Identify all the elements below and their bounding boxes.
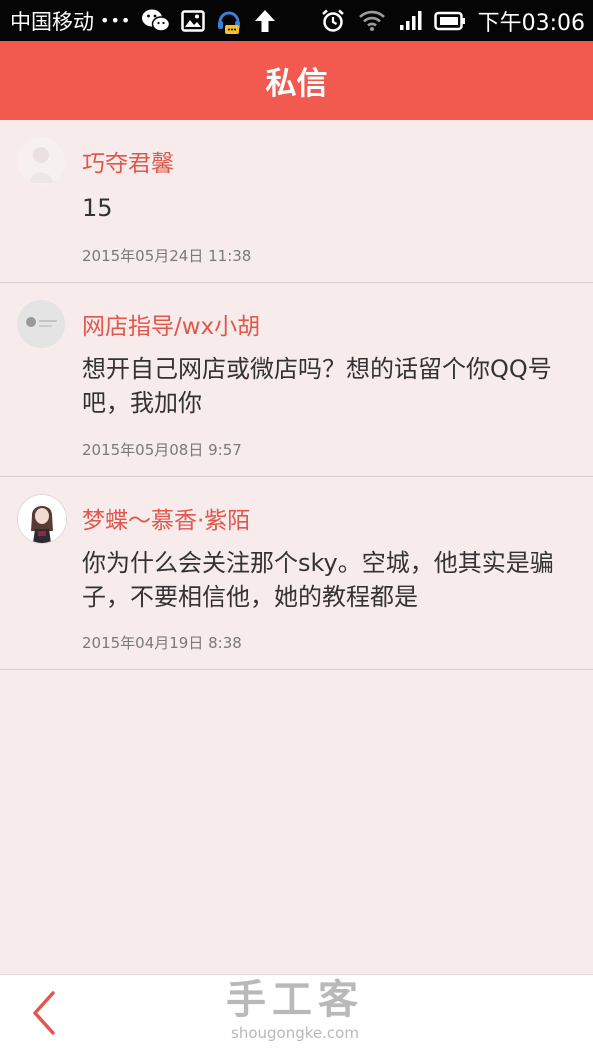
message-date: 2015年04月19日 8:38 <box>82 634 242 652</box>
sender-name[interactable]: 梦蝶～慕香·紫陌 <box>82 501 250 535</box>
wechat-icon <box>141 8 171 34</box>
message-item[interactable]: 巧夺君馨 15 2015年05月24日 11:38 <box>0 120 593 283</box>
chevron-left-icon <box>29 990 59 1040</box>
sender-name[interactable]: 巧夺君馨 <box>82 144 174 178</box>
bottom-bar: 手工客 shougongke.com <box>0 974 593 1054</box>
gallery-icon <box>181 9 206 32</box>
clock-time: 下午03:06 <box>477 10 585 36</box>
wifi-icon <box>358 10 386 32</box>
avatar[interactable] <box>17 137 65 185</box>
message-date: 2015年05月24日 11:38 <box>82 247 252 265</box>
alarm-clock-icon <box>320 8 346 34</box>
more-dots: ••• <box>100 11 132 30</box>
watermark-domain: shougongke.com <box>231 1024 359 1042</box>
message-text: 想开自己网店或微店吗？想的话留个你QQ号吧，我加你 <box>82 355 552 417</box>
avatar[interactable] <box>17 494 67 544</box>
message-list: 巧夺君馨 15 2015年05月24日 11:38 网店指导/wx小胡 想开自己… <box>0 120 593 670</box>
message-item[interactable]: 网店指导/wx小胡 想开自己网店或微店吗？想的话留个你QQ号吧，我加你 2015… <box>0 283 593 477</box>
battery-icon <box>433 11 466 31</box>
watermark-brand: 手工客 <box>226 977 364 1023</box>
title-bar: 私信 <box>0 41 593 120</box>
carrier-label: 中国移动 <box>10 9 94 34</box>
signal-icon <box>398 10 422 32</box>
message-text: 15 <box>82 194 113 222</box>
message-text: 你为什么会关注那个sky。空城，他其实是骗子，不要相信他，她的教程都是 <box>82 549 554 611</box>
upload-arrow-icon <box>253 8 277 34</box>
page-title: 私信 <box>265 66 328 102</box>
back-button[interactable] <box>22 991 66 1039</box>
message-item[interactable]: 梦蝶～慕香·紫陌 你为什么会关注那个sky。空城，他其实是骗子，不要相信他，她的… <box>0 477 593 670</box>
message-date: 2015年05月08日 9:57 <box>82 441 242 459</box>
watermark: 手工客 shougongke.com <box>205 977 385 1043</box>
status-bar: 中国移动 ••• 下午03:06 <box>0 0 593 41</box>
sender-name[interactable]: 网店指导/wx小胡 <box>82 307 260 341</box>
headset-chat-icon <box>215 6 243 36</box>
avatar[interactable] <box>17 300 65 348</box>
